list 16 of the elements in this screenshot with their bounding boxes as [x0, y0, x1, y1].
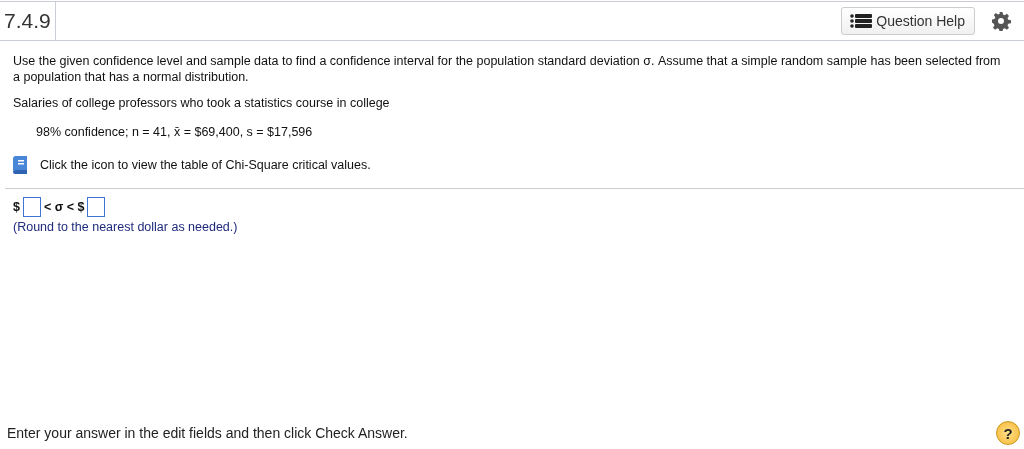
chi-square-table-link[interactable]: Click the icon to view the table of Chi-Square critical values.	[40, 158, 371, 172]
lower-bound-field[interactable]	[22, 197, 41, 217]
context-text: Salaries of college professors who took a statistics course in college	[13, 95, 391, 111]
sigma-inequality: < σ < $	[43, 200, 85, 214]
rounding-note: (Round to the nearest dollar as needed.)	[13, 220, 239, 234]
dollar-sign: $	[13, 200, 20, 214]
book-icon[interactable]	[10, 155, 30, 175]
footer-hint: Enter your answer in the edit fields and then click Check Answer.	[7, 425, 408, 441]
upper-bound-field[interactable]	[87, 197, 106, 217]
sample-data-text: 98% confidence; n = 41, x̄ = $69,400, s = $17,596	[36, 125, 314, 139]
instructions-text: Use the given confidence level and sample data to find a confidence interval for the population standard deviation σ. Assume that a simple random sample has been selected from a population that has a normal distribution.	[13, 53, 1002, 85]
help-button[interactable]: ?	[996, 421, 1020, 445]
question-help-button[interactable]: Question Help	[841, 7, 975, 35]
list-icon	[850, 14, 873, 28]
settings-icon[interactable]	[991, 11, 1011, 31]
question-number: 7.4.9	[0, 2, 56, 40]
